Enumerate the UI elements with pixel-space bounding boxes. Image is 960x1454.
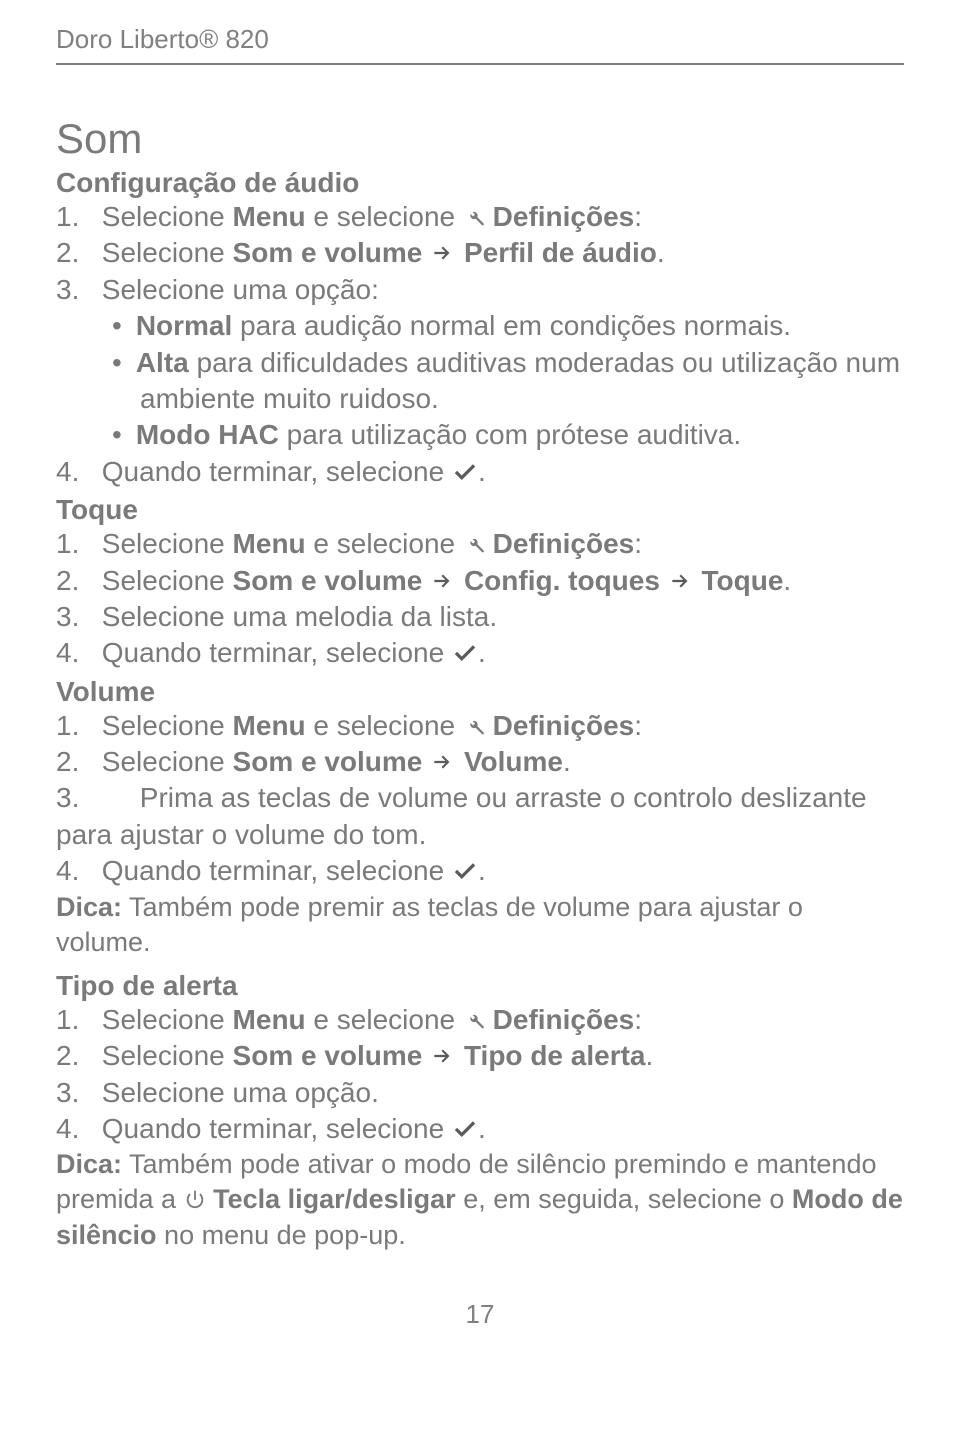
step: 3. Selecione uma melodia da lista. <box>56 599 904 635</box>
arrow-icon <box>430 568 456 594</box>
check-icon <box>452 1116 478 1142</box>
main-heading: Som <box>56 115 904 163</box>
step: 1. Selecione Menu e selecione Definições… <box>56 1002 904 1038</box>
wrench-icon <box>463 533 485 555</box>
wrench-icon <box>463 206 485 228</box>
page-number: 17 <box>56 1299 904 1330</box>
check-icon <box>452 858 478 884</box>
wrench-icon <box>463 1009 485 1031</box>
step-number: 4. <box>56 1111 94 1147</box>
step-number: 2. <box>56 1038 94 1074</box>
step-number: 2. <box>56 563 94 599</box>
step: 2. Selecione Som e volume Perfil de áudi… <box>56 235 904 271</box>
check-icon <box>452 459 478 485</box>
step-number: 3. <box>56 780 94 816</box>
step-number: 2. <box>56 235 94 271</box>
step: 4. Quando terminar, selecione . <box>56 454 904 490</box>
page-header: Doro Liberto® 820 <box>56 24 904 65</box>
step-number: 4. <box>56 853 94 889</box>
step: 2. Selecione Som e volume Config. toques… <box>56 563 904 599</box>
bullet-item: Normal para audição normal em condições … <box>56 308 904 344</box>
step-number: 1. <box>56 1002 94 1038</box>
tip-text: Dica: Também pode ativar o modo de silên… <box>56 1147 904 1252</box>
step: 2. Selecione Som e volume Volume. <box>56 744 904 780</box>
step: 3. Prima as teclas de volume ou arraste … <box>56 780 904 853</box>
tip-text: Dica: Também pode premir as teclas de vo… <box>56 890 904 960</box>
step-number: 4. <box>56 635 94 671</box>
step: 4. Quando terminar, selecione . <box>56 1111 904 1147</box>
arrow-icon <box>668 568 694 594</box>
step-number: 2. <box>56 744 94 780</box>
step: 1. Selecione Menu e selecione Definições… <box>56 199 904 235</box>
section-heading-toque: Toque <box>56 494 904 526</box>
section-heading-audio-config: Configuração de áudio <box>56 167 904 199</box>
document-page: Doro Liberto® 820 Som Configuração de áu… <box>0 0 960 1360</box>
arrow-icon <box>430 240 456 266</box>
section-heading-volume: Volume <box>56 676 904 708</box>
step: 1. Selecione Menu e selecione Definições… <box>56 526 904 562</box>
wrench-icon <box>463 715 485 737</box>
bullet-item: Modo HAC para utilização com prótese aud… <box>56 417 904 453</box>
power-icon <box>184 1188 206 1210</box>
step: 4. Quando terminar, selecione . <box>56 853 904 889</box>
step: 3. Selecione uma opção. <box>56 1075 904 1111</box>
check-icon <box>452 640 478 666</box>
bullet-item: Alta para dificuldades auditivas moderad… <box>56 345 904 418</box>
step-number: 3. <box>56 272 94 308</box>
step: 1. Selecione Menu e selecione Definições… <box>56 708 904 744</box>
step-number: 1. <box>56 526 94 562</box>
step: 2. Selecione Som e volume Tipo de alerta… <box>56 1038 904 1074</box>
step: 4. Quando terminar, selecione . <box>56 635 904 671</box>
step-number: 1. <box>56 199 94 235</box>
step-number: 3. <box>56 1075 94 1111</box>
step: 3. Selecione uma opção: <box>56 272 904 308</box>
step-number: 4. <box>56 454 94 490</box>
arrow-icon <box>430 1043 456 1069</box>
step-number: 3. <box>56 599 94 635</box>
section-heading-tipo-alerta: Tipo de alerta <box>56 970 904 1002</box>
arrow-icon <box>430 749 456 775</box>
step-number: 1. <box>56 708 94 744</box>
